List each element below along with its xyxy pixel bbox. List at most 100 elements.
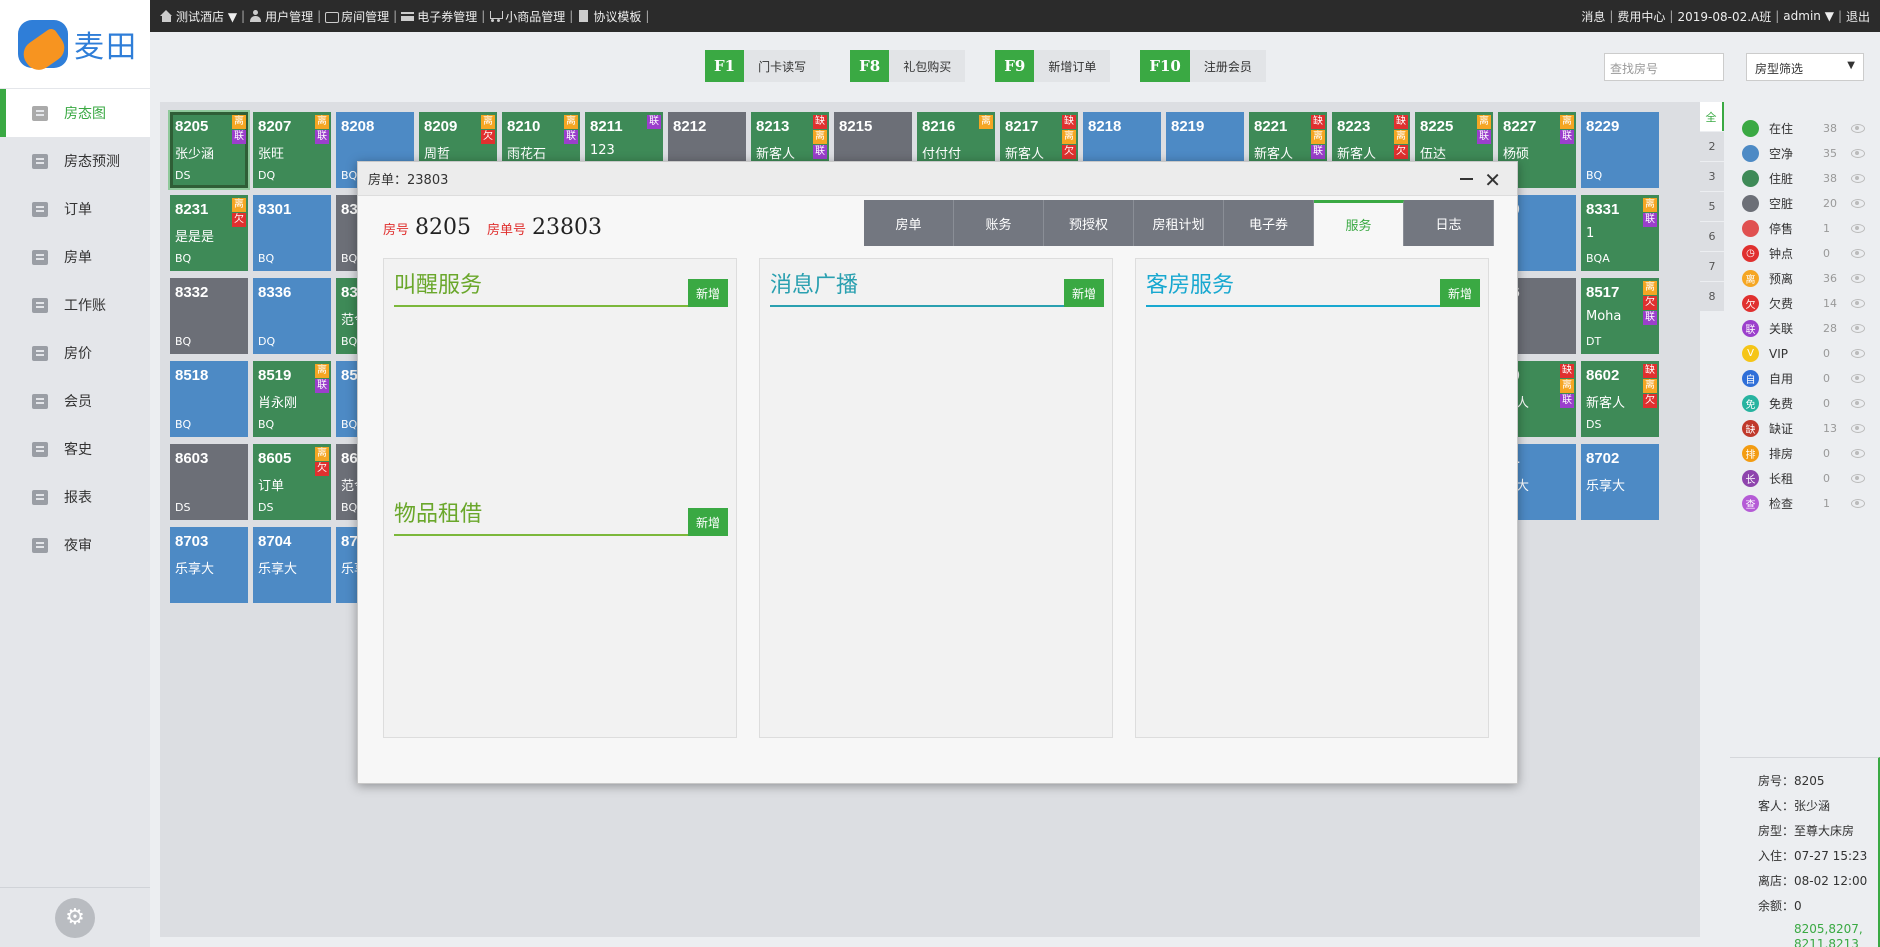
sidebar-item-workbook[interactable]: 工作账: [0, 281, 150, 329]
settings-area: ⚙: [0, 887, 150, 947]
eye-icon[interactable]: [1851, 349, 1865, 358]
room-tile[interactable]: 8331 1 BQA 离联: [1581, 195, 1659, 271]
floor-tab[interactable]: 8: [1700, 282, 1724, 311]
legend-label: 住脏: [1769, 172, 1794, 186]
modal-tab[interactable]: 房单: [864, 200, 954, 246]
hotel-selector[interactable]: 测试酒店 ▼: [160, 8, 237, 25]
modal-tab[interactable]: 预授权: [1044, 200, 1134, 246]
sidebar-item-rates[interactable]: 房价: [0, 329, 150, 377]
floor-tab[interactable]: 3: [1700, 162, 1724, 191]
eye-icon[interactable]: [1851, 449, 1865, 458]
room-status-tag: 离: [813, 130, 827, 144]
eye-icon[interactable]: [1851, 124, 1865, 133]
nav-voucher-management[interactable]: 电子券管理: [401, 8, 477, 25]
room-type-filter[interactable]: 房型筛选: [1746, 53, 1864, 81]
room-search-input[interactable]: 查找房号: [1604, 53, 1724, 81]
info-related-rooms-2[interactable]: 8211,8213: [1758, 937, 1878, 947]
billing-center-link[interactable]: 费用中心: [1617, 8, 1665, 25]
floor-tab[interactable]: 5: [1700, 192, 1724, 221]
room-tile[interactable]: 8229 BQ: [1581, 112, 1659, 188]
eye-icon[interactable]: [1851, 274, 1865, 283]
nav-agreement-template[interactable]: 协议模板: [577, 8, 641, 25]
room-number: 8215: [839, 118, 873, 135]
room-tile[interactable]: 8605 订单 DS 离欠: [253, 444, 331, 520]
room-status-tag: 离: [315, 364, 329, 378]
modal-tab[interactable]: 日志: [1404, 200, 1494, 246]
floor-tab[interactable]: 全: [1700, 102, 1724, 131]
sidebar-item-night-audit[interactable]: 夜审: [0, 521, 150, 569]
floor-tab[interactable]: 6: [1700, 222, 1724, 251]
sidebar-item-folio[interactable]: 房单: [0, 233, 150, 281]
floor-tab[interactable]: 2: [1700, 132, 1724, 161]
legend-label: 排房: [1769, 447, 1794, 461]
modal-tab[interactable]: 电子券: [1224, 200, 1314, 246]
sidebar-item-forecast[interactable]: 房态预测: [0, 137, 150, 185]
eye-icon[interactable]: [1851, 299, 1865, 308]
legend-label: 缺证: [1769, 422, 1794, 436]
eye-icon[interactable]: [1851, 499, 1865, 508]
eye-icon[interactable]: [1851, 399, 1865, 408]
f9-new-order-button[interactable]: F9 新增订单: [995, 50, 1111, 82]
nav-goods-management[interactable]: 小商品管理: [489, 8, 565, 25]
eye-icon[interactable]: [1851, 249, 1865, 258]
room-tile[interactable]: 8518 BQ: [170, 361, 248, 437]
legend-count: 35: [1823, 147, 1837, 160]
room-tile[interactable]: 8205 张少涵 DS 离联: [170, 112, 248, 188]
sidebar-item-members[interactable]: 会员: [0, 377, 150, 425]
info-checkin: 入住：07-27 15:23: [1758, 849, 1868, 863]
modal-tab[interactable]: 服务: [1314, 200, 1404, 246]
close-icon[interactable]: ✕: [1484, 168, 1501, 192]
sidebar-item-room-status[interactable]: 房态图: [0, 89, 150, 137]
room-tile[interactable]: 8517 Moha DT 离欠联: [1581, 278, 1659, 354]
eye-icon[interactable]: [1851, 174, 1865, 183]
eye-icon[interactable]: [1851, 424, 1865, 433]
section-divider: [770, 305, 1104, 307]
ledger-icon: [30, 295, 50, 315]
room-status-tag: 离: [232, 115, 246, 129]
room-tile[interactable]: 8332 BQ: [170, 278, 248, 354]
nav-room-management[interactable]: 房间管理: [325, 8, 389, 25]
room-tile[interactable]: 8207 张旺 DQ 离联: [253, 112, 331, 188]
logout-link[interactable]: 退出: [1846, 8, 1870, 25]
room-status-tag: 离: [979, 115, 993, 129]
floor-tab[interactable]: 7: [1700, 252, 1724, 281]
room-guest-name: 乐享大: [1586, 479, 1626, 494]
add-wakeup-button[interactable]: 新增: [688, 279, 728, 307]
nav-user-management[interactable]: 用户管理: [249, 8, 313, 25]
room-tile[interactable]: 8602 新客人 DS 缺离欠: [1581, 361, 1659, 437]
minimize-icon[interactable]: [1460, 178, 1473, 180]
eye-icon[interactable]: [1851, 199, 1865, 208]
room-tile[interactable]: 8702 乐享大: [1581, 444, 1659, 520]
add-broadcast-button[interactable]: 新增: [1064, 279, 1104, 307]
f10-register-member-button[interactable]: F10 注册会员: [1140, 50, 1266, 82]
legend-count: 0: [1823, 397, 1830, 410]
modal-tab[interactable]: 账务: [954, 200, 1044, 246]
sidebar-item-orders[interactable]: 订单: [0, 185, 150, 233]
sidebar-item-guest-history[interactable]: 客史: [0, 425, 150, 473]
add-rental-button[interactable]: 新增: [688, 508, 728, 536]
sidebar-item-reports[interactable]: 报表: [0, 473, 150, 521]
room-tile[interactable]: 8301 BQ: [253, 195, 331, 271]
room-tile[interactable]: 8231 是是是 BQ 离欠: [170, 195, 248, 271]
room-tile[interactable]: 8603 DS: [170, 444, 248, 520]
room-tile[interactable]: 8336 DQ: [253, 278, 331, 354]
info-related-rooms[interactable]: 8205,8207,: [1758, 922, 1878, 937]
eye-icon[interactable]: [1851, 324, 1865, 333]
legend-count: 28: [1823, 322, 1837, 335]
eye-icon[interactable]: [1851, 149, 1865, 158]
legend-status-icon: 联: [1742, 320, 1759, 337]
room-tile[interactable]: 8703 乐享大: [170, 527, 248, 603]
f8-gift-button[interactable]: F8 礼包购买: [850, 50, 966, 82]
add-housekeeping-button[interactable]: 新增: [1440, 279, 1480, 307]
eye-icon[interactable]: [1851, 224, 1865, 233]
admin-menu[interactable]: admin ▼: [1783, 9, 1834, 23]
modal-tab[interactable]: 房租计划: [1134, 200, 1224, 246]
eye-icon[interactable]: [1851, 374, 1865, 383]
f1-card-rw-button[interactable]: F1 门卡读写: [705, 50, 821, 82]
room-tile[interactable]: 8519 肖永刚 BQ 离联: [253, 361, 331, 437]
fkey-label: 门卡读写: [744, 50, 821, 82]
room-tile[interactable]: 8704 乐享大: [253, 527, 331, 603]
gear-icon[interactable]: ⚙: [55, 897, 95, 938]
eye-icon[interactable]: [1851, 474, 1865, 483]
messages-link[interactable]: 消息: [1581, 8, 1605, 25]
